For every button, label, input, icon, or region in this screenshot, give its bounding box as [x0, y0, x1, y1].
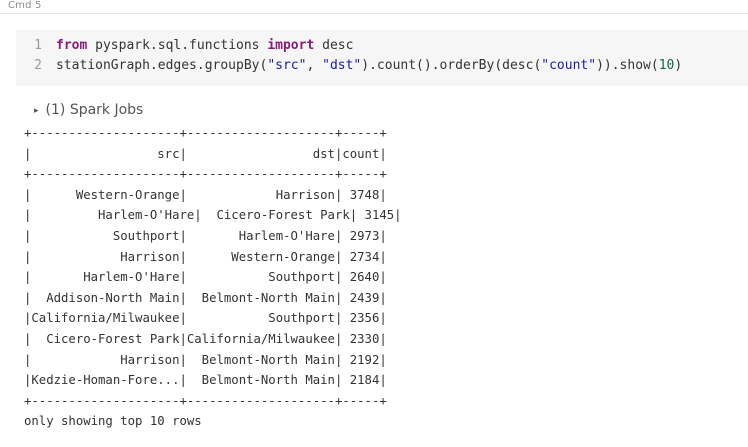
- keyword-import: import: [267, 38, 315, 53]
- string-src: "src": [267, 58, 307, 73]
- table-row: | Southport| Harlem-O'Hare| 2973|: [24, 228, 387, 243]
- line-number-1: 1: [34, 38, 42, 53]
- code-comma: ,: [306, 58, 323, 73]
- table-border-top: +--------------------+------------------…: [24, 126, 387, 140]
- code-suffix: ): [674, 58, 683, 73]
- code-middle: ).count().orderBy(desc(: [361, 58, 542, 73]
- cell-command-label: Cmd 5: [8, 0, 42, 11]
- table-border-mid: +--------------------+------------------…: [24, 167, 387, 182]
- cell-header-bar: Cmd 5: [0, 0, 748, 14]
- table-row: | Harlem-O'Hare| Cicero-Forest Park| 314…: [24, 208, 402, 223]
- table-row: | Cicero-Forest Park|California/Milwauke…: [24, 331, 387, 346]
- number-literal: 10: [658, 58, 675, 73]
- line-number-2: 2: [34, 58, 42, 73]
- string-count: "count": [541, 58, 597, 73]
- cell-output: +--------------------+------------------…: [24, 123, 402, 432]
- table-header: | src| dst|count|: [24, 146, 387, 161]
- table-row: |California/Milwaukee| Southport| 2356|: [24, 311, 387, 326]
- code-before-number: )).show(: [596, 58, 659, 73]
- table-border-bottom: +--------------------+------------------…: [24, 393, 387, 408]
- output-footer: only showing top 10 rows: [24, 414, 202, 429]
- keyword-from: from: [56, 38, 88, 53]
- table-row: | Addison-North Main| Belmont-North Main…: [24, 290, 387, 305]
- code-line-1[interactable]: 1 from pyspark.sql.functions import desc: [16, 36, 353, 56]
- expand-caret-icon: ▸: [34, 106, 39, 116]
- code-editor[interactable]: 1 from pyspark.sql.functions import desc …: [16, 30, 748, 86]
- module-name: pyspark.sql.functions: [87, 38, 268, 53]
- code-line-2[interactable]: 2 stationGraph.edges.groupBy("src", "dst"…: [16, 56, 682, 76]
- spark-jobs-toggle[interactable]: ▸ (1) Spark Jobs: [34, 100, 143, 121]
- spark-jobs-label: (1) Spark Jobs: [45, 102, 144, 118]
- imported-name: desc: [314, 38, 354, 53]
- table-row: | Western-Orange| Harrison| 3748|: [24, 187, 387, 202]
- table-row: |Kedzie-Homan-Fore...| Belmont-North Mai…: [24, 373, 387, 388]
- string-dst: "dst": [322, 58, 362, 73]
- table-row: | Harrison| Belmont-North Main| 2192|: [24, 352, 387, 367]
- code-prefix: stationGraph.edges.groupBy(: [56, 58, 268, 73]
- table-row: | Harlem-O'Hare| Southport| 2640|: [24, 270, 387, 285]
- table-row: | Harrison| Western-Orange| 2734|: [24, 249, 387, 264]
